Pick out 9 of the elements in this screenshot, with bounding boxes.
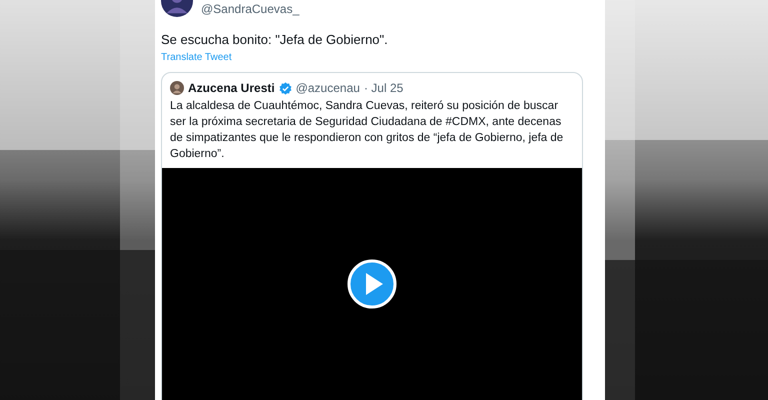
quoted-tweet-text: La alcaldesa de Cuauhtémoc, Sandra Cuevas, reiteró su posición de buscar ser la próxima secretaria de Seguridad Ciudadana de #CDMX, ante decenas de simpatizantes que le respondieron con gritos de “jefa de Gobierno, jefa de Gobierno”.	[170, 99, 564, 162]
avatar[interactable]	[170, 81, 184, 95]
quoted-tweet-card[interactable]	[161, 72, 583, 400]
tweet-text: Se escucha bonito: "Jefa de Gobierno".	[161, 32, 389, 47]
user-handle[interactable]: @SandraCuevas_	[201, 2, 300, 16]
play-button[interactable]	[347, 259, 397, 309]
tweet-date: · Jul 25	[364, 81, 404, 95]
author-name[interactable]: Azucena Uresti	[188, 81, 275, 95]
user-handle[interactable]: @azucenau	[296, 81, 360, 95]
